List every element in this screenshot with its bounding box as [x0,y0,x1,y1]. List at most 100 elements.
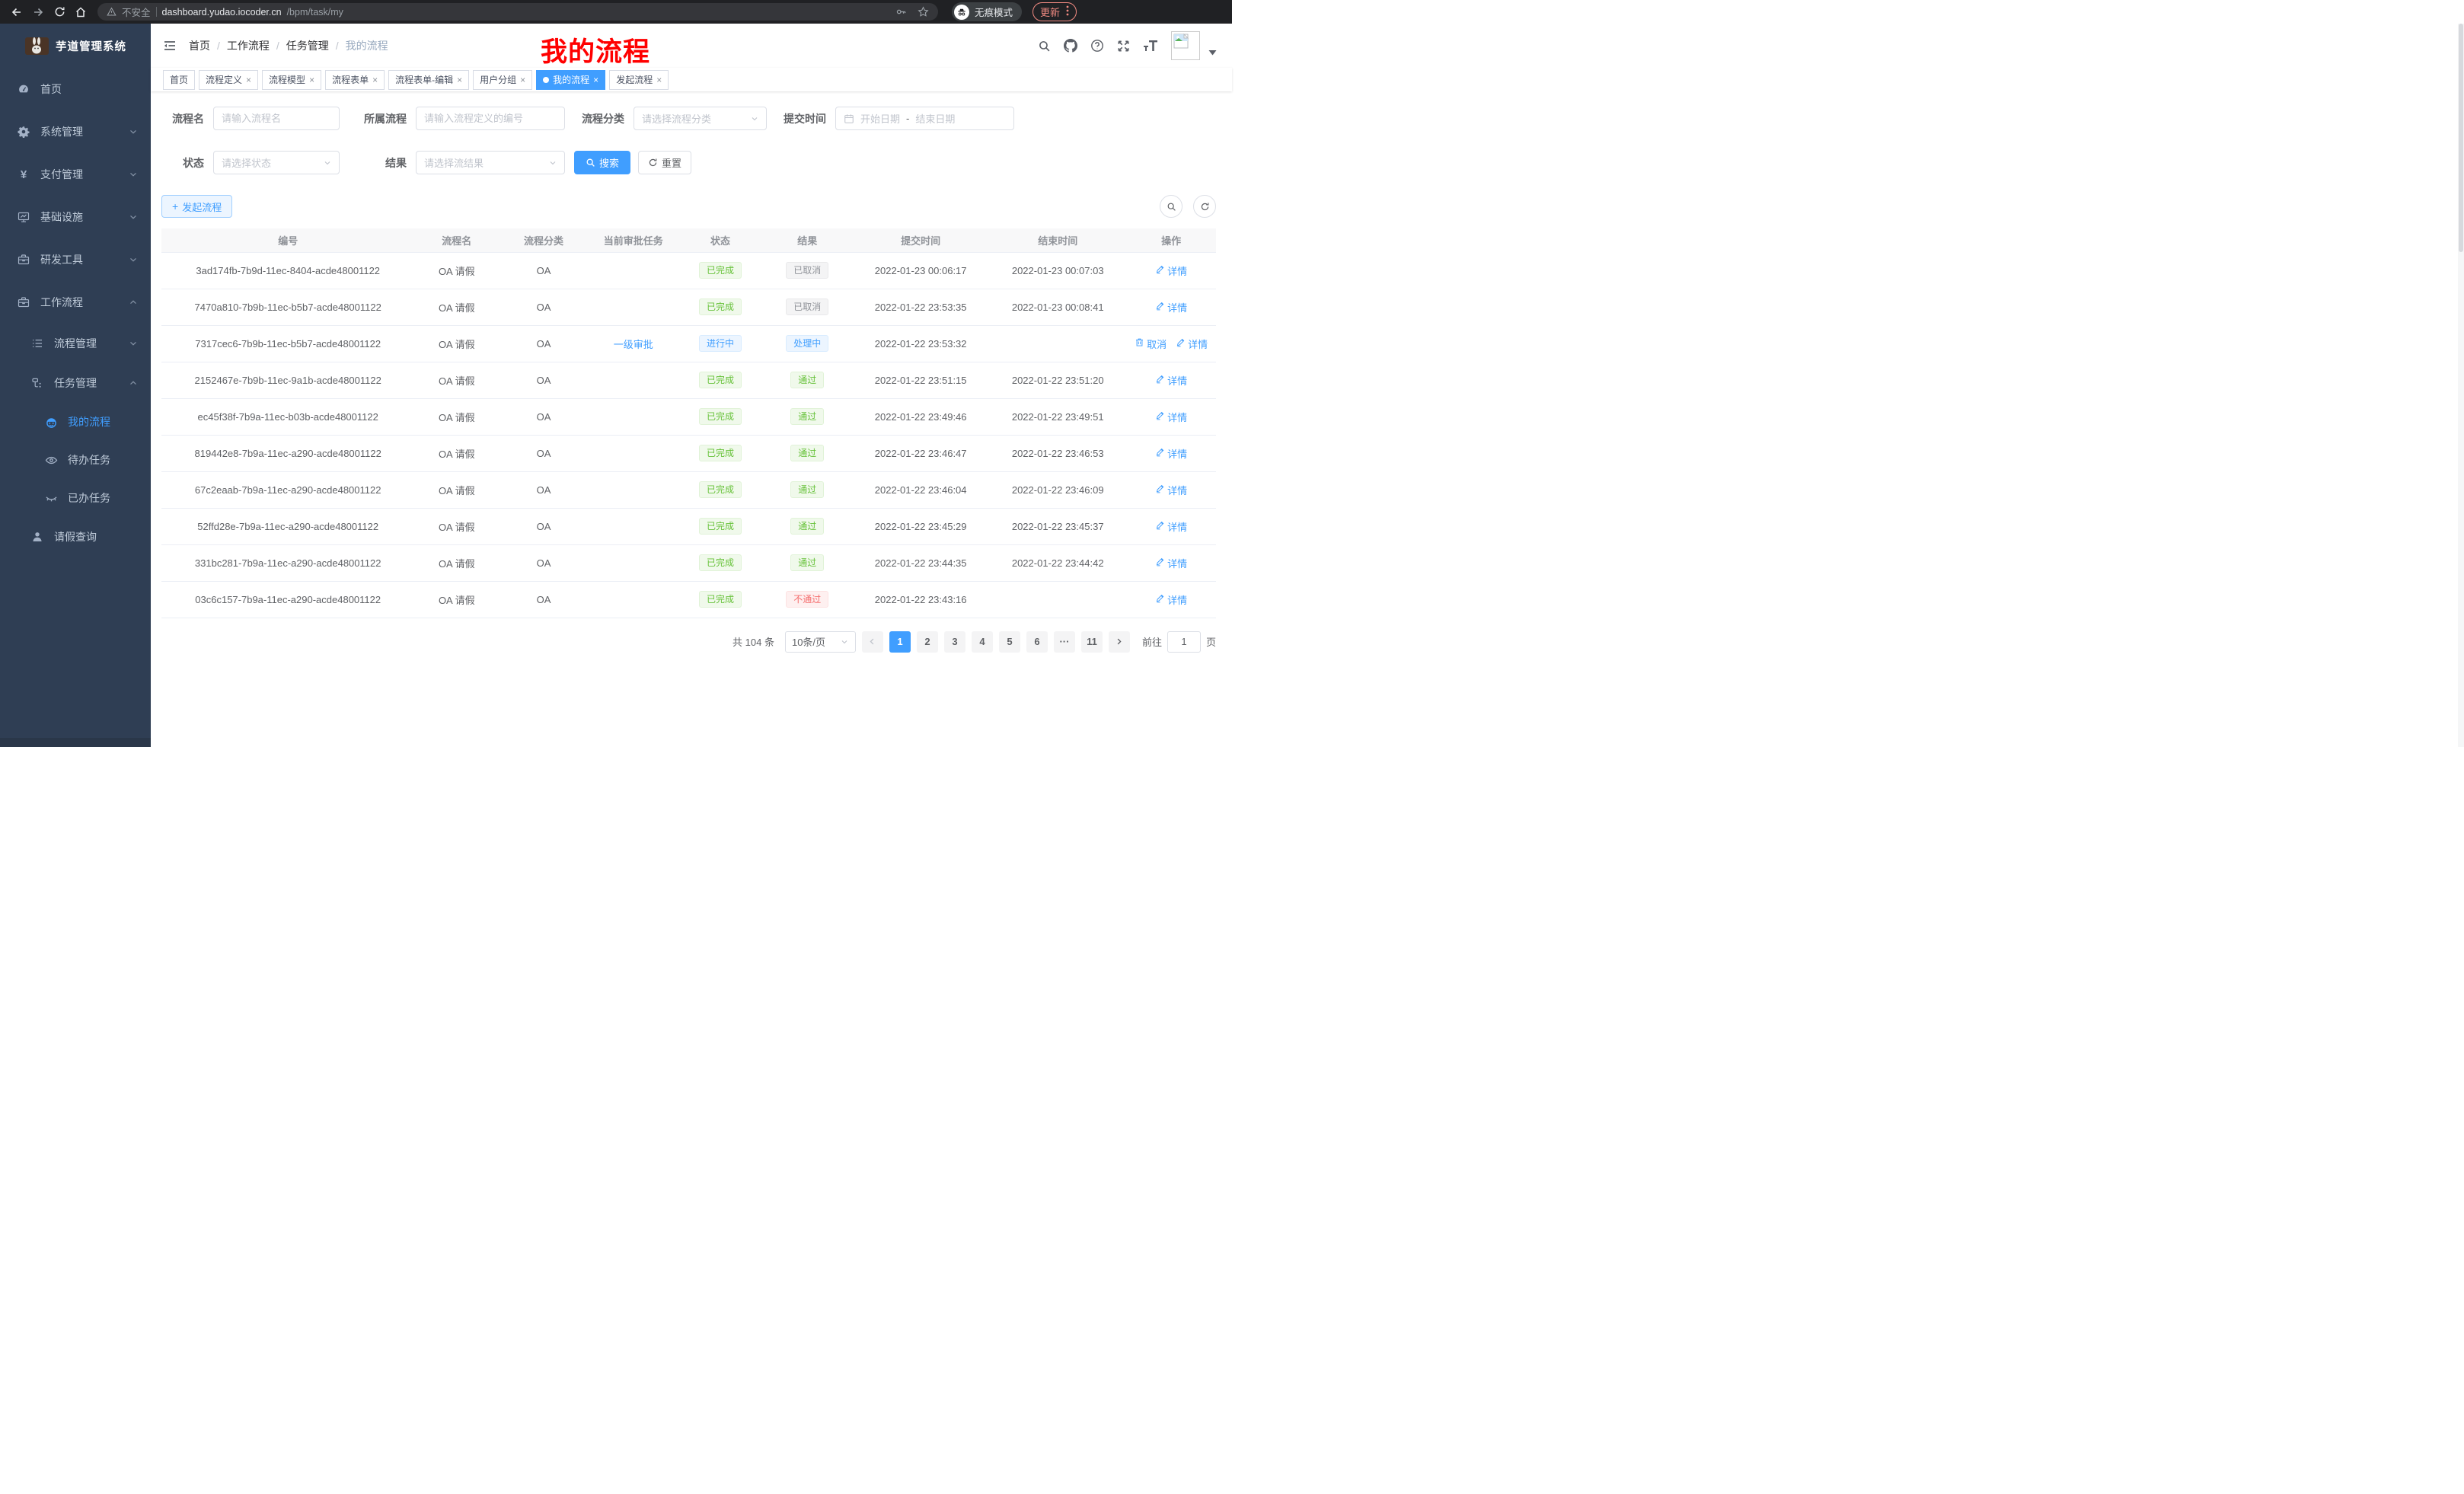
avatar[interactable] [1171,31,1200,60]
app-logo[interactable]: 芋道管理系统 [0,24,151,68]
sidebar-item[interactable]: 系统管理 [0,110,151,153]
sidebar-item[interactable]: 研发工具 [0,238,151,281]
tab-首页[interactable]: 首页 [163,70,195,90]
table-row: 52ffd28e-7b9a-11ec-a290-acde48001122OA 请… [161,508,1216,544]
detail-action-link[interactable]: 详情 [1155,519,1187,534]
fullscreen-icon[interactable] [1117,40,1130,53]
category-select[interactable]: 请选择流程分类 [634,107,767,130]
breadcrumb: 首页 / 工作流程 / 任务管理 / 我的流程 [189,38,388,53]
page-button-2[interactable]: 2 [917,631,938,653]
sidebar-item[interactable]: 基础设施 [0,196,151,238]
process-name-input[interactable] [213,107,340,130]
sidebar-item[interactable]: 工作流程 [0,281,151,324]
page-button-11[interactable]: 11 [1081,631,1103,653]
sidebar-collapse-icon[interactable] [163,39,177,53]
page-button-6[interactable]: 6 [1026,631,1048,653]
more-pages-button[interactable]: ··· [1054,631,1075,653]
sidebar-item[interactable]: 请假查询 [0,517,151,557]
detail-action-link[interactable]: 详情 [1155,592,1187,607]
close-icon[interactable]: × [372,75,378,85]
address-bar[interactable]: 不安全 dashboard.yudao.iocoder.cn/bpm/task/… [97,3,938,21]
detail-action-link[interactable]: 详情 [1176,337,1208,351]
sidebar-item[interactable]: 待办任务 [0,441,151,479]
tab-流程模型[interactable]: 流程模型× [262,70,321,90]
cell-actions: 详情 [1126,398,1216,435]
page-size-select[interactable]: 10条/页 [785,631,856,653]
close-icon[interactable]: × [593,75,598,85]
result-select[interactable]: 请选择流结果 [416,151,565,174]
tab-发起流程[interactable]: 发起流程× [609,70,669,90]
search-button[interactable]: 搜索 [574,151,630,174]
toggle-search-button[interactable] [1160,195,1183,218]
detail-action-link[interactable]: 详情 [1155,410,1187,424]
sidebar-item[interactable]: 已办任务 [0,479,151,517]
cell-status: 已完成 [678,435,763,471]
tab-流程表单-编辑[interactable]: 流程表单-编辑× [388,70,469,90]
page-button-1[interactable]: 1 [889,631,911,653]
sidebar-item[interactable]: 流程管理 [0,324,151,363]
detail-action-label: 详情 [1188,337,1208,351]
breadcrumb-task-mgmt[interactable]: 任务管理 [286,38,329,53]
start-process-button[interactable]: + 发起流程 [161,195,232,218]
submit-time-range-picker[interactable]: 开始日期 - 结束日期 [835,107,1014,130]
cell-actions: 详情 [1126,508,1216,544]
detail-action-link[interactable]: 详情 [1155,556,1187,570]
close-icon[interactable]: × [309,75,314,85]
detail-action-link[interactable]: 详情 [1155,263,1187,278]
current-task-link[interactable]: 一级审批 [614,337,653,351]
end-date-placeholder[interactable]: 结束日期 [915,111,955,126]
prev-page-button[interactable] [862,631,883,653]
start-date-placeholder[interactable]: 开始日期 [860,111,900,126]
bookmark-star-icon[interactable] [918,6,929,18]
tab-流程表单[interactable]: 流程表单× [325,70,385,90]
jump-page-input[interactable] [1167,631,1201,653]
close-icon[interactable]: × [457,75,462,85]
detail-action-link[interactable]: 详情 [1155,300,1187,314]
font-size-icon[interactable] [1143,40,1158,52]
github-icon[interactable] [1064,39,1077,53]
tab-流程定义[interactable]: 流程定义× [199,70,258,90]
table-row: ec45f38f-7b9a-11ec-b03b-acde48001122OA 请… [161,398,1216,435]
help-icon[interactable] [1090,39,1104,53]
home-icon[interactable] [72,3,90,21]
forward-icon[interactable] [29,3,47,21]
reload-icon[interactable] [50,3,69,21]
cancel-action-link[interactable]: 取消 [1135,337,1167,351]
breadcrumb-home[interactable]: 首页 [189,38,210,53]
briefcase-icon [17,296,30,308]
key-icon[interactable] [895,6,907,18]
close-icon[interactable]: × [656,75,662,85]
cell-category: OA [499,362,589,398]
page-button-3[interactable]: 3 [944,631,965,653]
status-select[interactable]: 请选择状态 [213,151,340,174]
refresh-table-button[interactable] [1193,195,1216,218]
close-icon[interactable]: × [246,75,251,85]
browser-menu-dots-icon[interactable] [1066,5,1069,19]
avatar-caret-icon[interactable] [1208,49,1217,56]
tab-我的流程[interactable]: 我的流程× [536,70,605,90]
table-row: 2152467e-7b9b-11ec-9a1b-acde48001122OA 请… [161,362,1216,398]
detail-action-link[interactable]: 详情 [1155,483,1187,497]
process-def-input[interactable] [416,107,565,130]
search-icon[interactable] [1038,40,1051,53]
detail-action-link[interactable]: 详情 [1155,446,1187,461]
browser-update-button[interactable]: 更新 [1033,2,1077,21]
tab-用户分组[interactable]: 用户分组× [473,70,532,90]
breadcrumb-separator: / [276,40,279,52]
refresh-icon [648,158,658,168]
sidebar-item[interactable]: 任务管理 [0,363,151,403]
status-badge: 已完成 [699,262,742,279]
next-page-button[interactable] [1109,631,1130,653]
sidebar-item[interactable]: ¥支付管理 [0,153,151,196]
detail-action-link[interactable]: 详情 [1155,373,1187,388]
reset-button[interactable]: 重置 [638,151,691,174]
sidebar-item[interactable]: 首页 [0,68,151,110]
sidebar-item[interactable]: 我的流程 [0,403,151,441]
breadcrumb-workflow[interactable]: 工作流程 [227,38,270,53]
page-scrollbar[interactable] [2458,24,2464,747]
back-icon[interactable] [8,3,26,21]
page-button-5[interactable]: 5 [999,631,1020,653]
close-icon[interactable]: × [520,75,525,85]
warning-icon[interactable] [107,7,116,17]
page-button-4[interactable]: 4 [972,631,993,653]
